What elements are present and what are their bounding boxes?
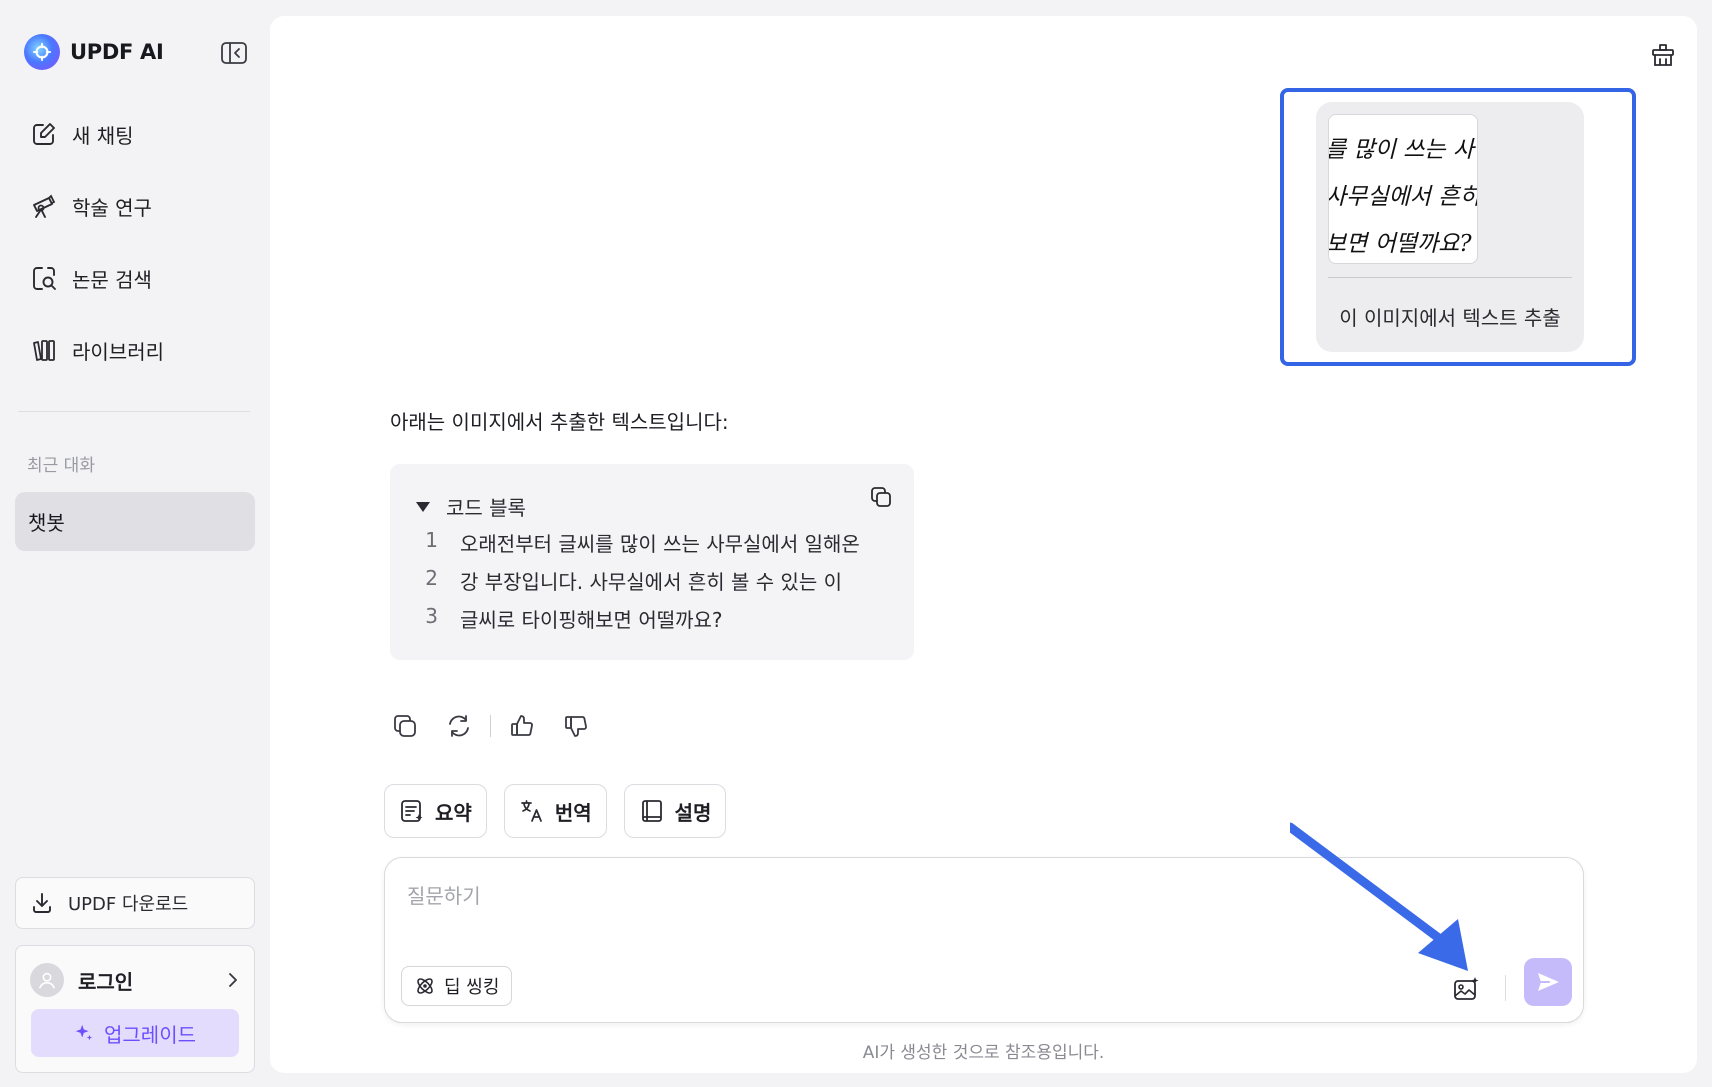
uploaded-image-thumbnail[interactable]: 를 많이 쓰는 사 사무실에서 흔히 보면 어떨까요?	[1328, 114, 1478, 264]
upgrade-button[interactable]: 업그레이드	[31, 1009, 239, 1057]
explain-button[interactable]: 설명	[623, 784, 727, 838]
recent-conversations-title: 최근 대화	[27, 456, 95, 476]
download-updf-button[interactable]: UPDF 다운로드	[15, 877, 255, 929]
upgrade-label: 업그레이드	[104, 1022, 196, 1047]
line-number: 2	[425, 566, 438, 590]
sparkle-icon	[75, 1024, 93, 1041]
thumbs-up-button[interactable]	[505, 709, 539, 743]
sidebar-divider	[18, 411, 250, 412]
translate-icon	[519, 798, 545, 824]
sidebar-nav: 새 채팅 학술 연구 논문 검색 라이브러리	[14, 98, 254, 386]
deep-thinking-label: 딥 씽킹	[444, 977, 500, 998]
sidebar: UPDF AI 새 채팅 학술 연구 논문 검색 라이브러리 최근 대화 챗봇 …	[0, 0, 270, 1087]
deep-thinking-button[interactable]: 딥 씽킹	[401, 966, 513, 1006]
sidebar-item-academic-research[interactable]: 학술 연구	[14, 170, 254, 242]
send-icon	[1538, 973, 1559, 991]
code-line: 3 글씨로 타이핑해보면 어떨까요?	[390, 604, 723, 633]
image-upload-icon	[1454, 977, 1479, 1000]
document-search-icon	[30, 264, 58, 292]
brand-name: UPDF AI	[70, 40, 164, 64]
clear-chat-button[interactable]	[1646, 38, 1680, 72]
edit-icon	[30, 120, 58, 148]
summary-button[interactable]: 요약	[384, 784, 487, 838]
sidebar-item-library[interactable]: 라이브러리	[14, 314, 254, 386]
avatar	[30, 963, 64, 997]
account-card: 로그인 업그레이드	[15, 945, 255, 1073]
summary-icon	[399, 798, 425, 824]
regenerate-button[interactable]	[442, 709, 476, 743]
code-line: 1 오래전부터 글씨를 많이 쓰는 사무실에서 일해온	[390, 528, 860, 557]
sidebar-item-paper-search[interactable]: 논문 검색	[14, 242, 254, 314]
code-block-toggle[interactable]: 코드 블록	[416, 492, 526, 521]
sidebar-item-label: 논문 검색	[72, 267, 152, 292]
chat-input-box: 딥 씽킹	[384, 857, 1584, 1023]
atom-icon	[414, 975, 436, 997]
collapse-sidebar-button[interactable]	[220, 41, 248, 65]
bubble-divider	[1328, 277, 1572, 278]
thumbs-down-button[interactable]	[559, 709, 593, 743]
thumbs-down-icon	[565, 716, 587, 737]
quick-actions: 요약 번역 설명	[384, 784, 743, 838]
recent-conversation-item[interactable]: 챗봇	[15, 492, 255, 551]
copy-code-button[interactable]	[866, 482, 896, 512]
sidebar-item-label: 라이브러리	[72, 339, 164, 364]
code-block: 코드 블록 1 오래전부터 글씨를 많이 쓰는 사무실에서 일해온 2 강 부장…	[390, 464, 914, 660]
handwriting-image: 를 많이 쓰는 사 사무실에서 흔히 보면 어떨까요?	[1328, 137, 1478, 257]
download-icon	[33, 893, 51, 913]
brand: UPDF AI	[24, 34, 164, 70]
sidebar-toggle-icon	[221, 42, 247, 64]
line-number: 1	[425, 528, 438, 552]
copy-icon	[871, 487, 891, 507]
sidebar-item-new-chat[interactable]: 새 채팅	[14, 98, 254, 170]
user-message-bubble: 를 많이 쓰는 사 사무실에서 흔히 보면 어떨까요? 이 이미지에서 텍스트 …	[1316, 102, 1584, 352]
translate-button[interactable]: 번역	[503, 784, 607, 838]
ai-disclaimer: AI가 생성한 것으로 참조용입니다.	[862, 1043, 1105, 1063]
assistant-intro-text: 아래는 이미지에서 추출한 텍스트입니다:	[390, 410, 729, 434]
library-icon	[30, 336, 58, 364]
line-text: 글씨로 타이핑해보면 어떨까요?	[460, 608, 723, 632]
broom-icon	[1652, 44, 1674, 66]
action-separator	[490, 715, 491, 737]
input-separator	[1505, 975, 1506, 1001]
sidebar-item-label: 새 채팅	[72, 123, 134, 148]
line-text: 강 부장입니다. 사무실에서 흔히 볼 수 있는 이	[460, 570, 843, 594]
user-icon	[38, 972, 56, 989]
user-message-text: 이 이미지에서 텍스트 추출	[1339, 306, 1561, 330]
sidebar-item-label: 학술 연구	[72, 195, 152, 220]
refresh-icon	[449, 715, 469, 737]
line-text: 오래전부터 글씨를 많이 쓰는 사무실에서 일해온	[460, 532, 860, 556]
translate-label: 번역	[554, 800, 592, 825]
book-icon	[639, 798, 665, 824]
caret-down-icon	[416, 501, 430, 512]
telescope-icon	[30, 192, 58, 220]
copy-message-button[interactable]	[388, 709, 422, 743]
copy-icon	[394, 715, 416, 737]
code-block-title: 코드 블록	[446, 496, 526, 520]
line-number: 3	[425, 604, 438, 628]
code-line: 2 강 부장입니다. 사무실에서 흔히 볼 수 있는 이	[390, 566, 842, 595]
chat-panel: 를 많이 쓰는 사 사무실에서 흔히 보면 어떨까요? 이 이미지에서 텍스트 …	[270, 16, 1697, 1073]
chevron-right-icon	[229, 973, 237, 987]
explain-label: 설명	[674, 800, 712, 825]
question-input[interactable]	[407, 880, 1307, 920]
summary-label: 요약	[435, 800, 472, 825]
download-label: UPDF 다운로드	[68, 894, 189, 915]
send-button[interactable]	[1524, 958, 1572, 1006]
thumbs-up-icon	[511, 715, 533, 736]
login-label: 로그인	[78, 969, 134, 994]
upload-image-button[interactable]	[1451, 974, 1481, 1004]
updf-logo-icon	[24, 34, 60, 70]
login-button[interactable]: 로그인	[30, 962, 242, 998]
message-actions	[388, 709, 613, 743]
